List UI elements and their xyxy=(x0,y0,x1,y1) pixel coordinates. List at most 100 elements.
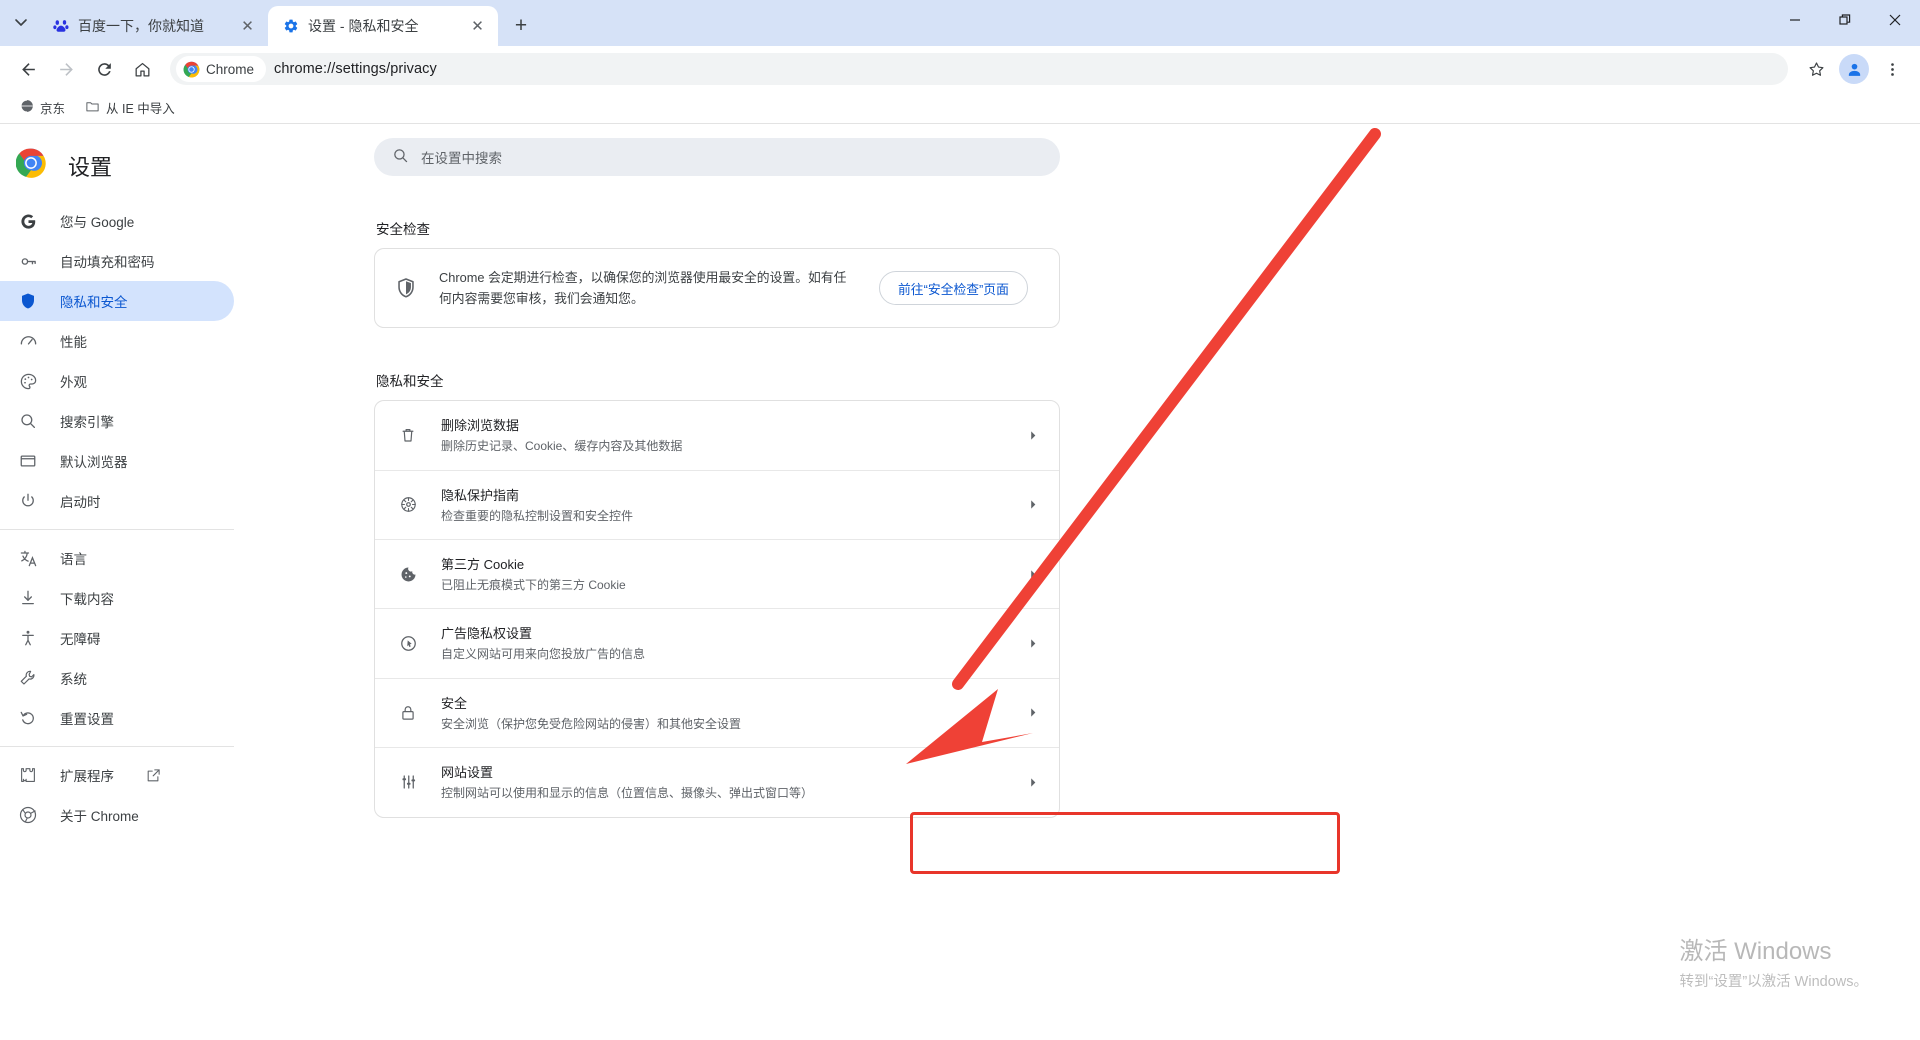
tab-search-button[interactable] xyxy=(4,3,38,41)
chevron-right-icon[interactable] xyxy=(1025,777,1041,788)
lock-icon xyxy=(397,704,419,722)
close-icon[interactable]: ✕ xyxy=(237,16,258,37)
profile-button[interactable] xyxy=(1836,51,1872,87)
sidebar-item-label: 扩展程序 xyxy=(60,769,114,784)
site-settings-highlight-box xyxy=(910,812,1340,874)
bookmark-star-icon[interactable] xyxy=(1798,51,1834,87)
settings-main: 在设置中搜索 安全检查 Chrome 会定期进行检查，以确保您的浏览器使用最安全… xyxy=(258,124,1920,1039)
accessibility-icon xyxy=(18,629,38,647)
sidebar-item-downloads[interactable]: 下载内容 xyxy=(0,578,234,618)
sidebar-item-you-and-google[interactable]: 您与 Google xyxy=(0,201,234,241)
sliders-icon xyxy=(397,773,419,791)
globe-icon xyxy=(20,99,34,116)
section-title-privacy: 隐私和安全 xyxy=(376,374,444,390)
go-to-safety-check-button[interactable]: 前往“安全检查”页面 xyxy=(879,271,1028,306)
download-icon xyxy=(18,589,38,607)
privacy-guide-icon xyxy=(397,495,419,514)
sidebar-item-search-engine[interactable]: 搜索引擎 xyxy=(0,401,234,441)
row-title: 网站设置 xyxy=(441,765,494,781)
speedometer-icon xyxy=(18,332,38,351)
close-icon[interactable]: ✕ xyxy=(467,16,488,37)
reload-button[interactable] xyxy=(86,51,122,87)
browser-toolbar: Chrome chrome://settings/privacy xyxy=(0,46,1920,92)
row-subtitle: 控制网站可以使用和显示的信息（位置信息、摄像头、弹出式窗口等） xyxy=(441,786,814,801)
back-button[interactable] xyxy=(10,51,46,87)
chevron-right-icon[interactable] xyxy=(1025,430,1041,441)
sidebar-item-appearance[interactable]: 外观 xyxy=(0,361,234,401)
sidebar-item-about-chrome[interactable]: 关于 Chrome xyxy=(0,795,234,835)
chrome-logo-icon xyxy=(183,61,200,78)
row-third-party-cookies[interactable]: 第三方 Cookie 已阻止无痕模式下的第三方 Cookie xyxy=(375,539,1059,608)
privacy-security-section: 隐私和安全 删除浏览数据 删除历史记录、Cookie、缓存内容及其他数据 隐私保… xyxy=(374,370,1060,818)
row-clear-browsing-data[interactable]: 删除浏览数据 删除历史记录、Cookie、缓存内容及其他数据 xyxy=(375,401,1059,469)
row-subtitle: 已阻止无痕模式下的第三方 Cookie xyxy=(441,578,626,592)
sidebar-item-label: 您与 Google xyxy=(60,215,135,230)
home-button[interactable] xyxy=(124,51,160,87)
sidebar-item-accessibility[interactable]: 无障碍 xyxy=(0,618,234,658)
tab-title: 百度一下，你就知道 xyxy=(78,18,204,34)
tab-baidu[interactable]: 百度一下，你就知道 ✕ xyxy=(38,6,268,46)
maximize-button[interactable] xyxy=(1820,0,1870,40)
key-icon xyxy=(18,252,38,271)
close-window-button[interactable] xyxy=(1870,0,1920,40)
row-text: 删除浏览数据 删除历史记录、Cookie、缓存内容及其他数据 xyxy=(441,415,1003,455)
sidebar-item-on-startup[interactable]: 启动时 xyxy=(0,481,234,521)
row-subtitle: 检查重要的隐私控制设置和安全控件 xyxy=(441,508,634,523)
minimize-button[interactable] xyxy=(1770,0,1820,40)
row-title: 广告隐私权设置 xyxy=(441,626,533,642)
row-text: 广告隐私权设置 自定义网站可用来向您投放广告的信息 xyxy=(441,623,1003,663)
sidebar-item-autofill-passwords[interactable]: 自动填充和密码 xyxy=(0,241,234,281)
trash-icon xyxy=(397,426,419,444)
settings-nav-list: 您与 Google 自动填充和密码 隐私和安全 性能 外观 搜索引擎 默认浏览器… xyxy=(0,201,258,835)
folder-icon xyxy=(85,99,100,117)
row-site-settings[interactable]: 网站设置 控制网站可以使用和显示的信息（位置信息、摄像头、弹出式窗口等） xyxy=(375,747,1059,816)
sidebar-item-label: 性能 xyxy=(60,335,87,350)
sidebar-item-label: 默认浏览器 xyxy=(60,455,128,470)
search-input[interactable]: 在设置中搜索 xyxy=(374,138,1060,176)
new-tab-button[interactable]: + xyxy=(504,9,538,43)
chrome-origin-chip: Chrome xyxy=(176,56,267,82)
row-title: 第三方 Cookie xyxy=(441,557,525,572)
tab-settings[interactable]: 设置 - 隐私和安全 ✕ xyxy=(268,6,498,46)
chevron-right-icon[interactable] xyxy=(1025,499,1041,510)
restore-icon xyxy=(18,709,38,727)
bookmark-label: 从 IE 中导入 xyxy=(106,102,175,116)
wrench-icon xyxy=(18,669,38,687)
row-ad-privacy[interactable]: 广告隐私权设置 自定义网站可用来向您投放广告的信息 xyxy=(375,608,1059,677)
search-row: 在设置中搜索 xyxy=(258,138,1920,176)
chevron-right-icon[interactable] xyxy=(1025,707,1041,718)
row-subtitle: 自定义网站可用来向您投放广告的信息 xyxy=(441,647,646,662)
browser-menu-button[interactable] xyxy=(1874,51,1910,87)
row-subtitle: 安全浏览（保护您免受危险网站的侵害）和其他安全设置 xyxy=(441,716,742,731)
bookmark-jd[interactable]: 京东 xyxy=(12,95,73,120)
sidebar-divider-1 xyxy=(0,529,234,530)
sidebar-item-extensions[interactable]: 扩展程序 xyxy=(0,755,234,795)
gear-icon xyxy=(282,18,299,35)
bookmarks-bar: 京东 从 IE 中导入 xyxy=(0,92,1920,124)
address-bar[interactable]: Chrome chrome://settings/privacy xyxy=(170,53,1788,85)
bookmark-label: 京东 xyxy=(40,102,66,116)
sidebar-item-languages[interactable]: 语言 xyxy=(0,538,234,578)
sidebar-item-label: 自动填充和密码 xyxy=(60,255,155,270)
sidebar-divider-2 xyxy=(0,746,234,747)
google-g-icon xyxy=(18,213,38,230)
window-controls xyxy=(1770,0,1920,40)
chevron-right-icon[interactable] xyxy=(1025,638,1041,649)
chevron-right-icon[interactable] xyxy=(1025,569,1041,580)
search-icon xyxy=(18,412,38,430)
sidebar-item-privacy-security[interactable]: 隐私和安全 xyxy=(0,281,234,321)
forward-button[interactable] xyxy=(48,51,84,87)
sidebar-item-reset-settings[interactable]: 重置设置 xyxy=(0,698,234,738)
sidebar-item-system[interactable]: 系统 xyxy=(0,658,234,698)
address-bar-url: chrome://settings/privacy xyxy=(274,61,437,77)
row-title: 安全 xyxy=(441,695,468,711)
tab-title: 设置 - 隐私和安全 xyxy=(308,18,419,34)
sidebar-item-performance[interactable]: 性能 xyxy=(0,321,234,361)
sidebar-item-label: 重置设置 xyxy=(60,712,114,727)
safety-check-description: Chrome 会定期进行检查，以确保您的浏览器使用最安全的设置。如有任何内容需要… xyxy=(439,270,847,307)
tab-strip: 百度一下，你就知道 ✕ 设置 - 隐私和安全 ✕ + xyxy=(0,0,1920,46)
bookmark-folder-ie-import[interactable]: 从 IE 中导入 xyxy=(77,95,183,120)
sidebar-item-default-browser[interactable]: 默认浏览器 xyxy=(0,441,234,481)
row-security[interactable]: 安全 安全浏览（保护您免受危险网站的侵害）和其他安全设置 xyxy=(375,677,1059,747)
row-privacy-guide[interactable]: 隐私保护指南 检查重要的隐私控制设置和安全控件 xyxy=(375,469,1059,539)
